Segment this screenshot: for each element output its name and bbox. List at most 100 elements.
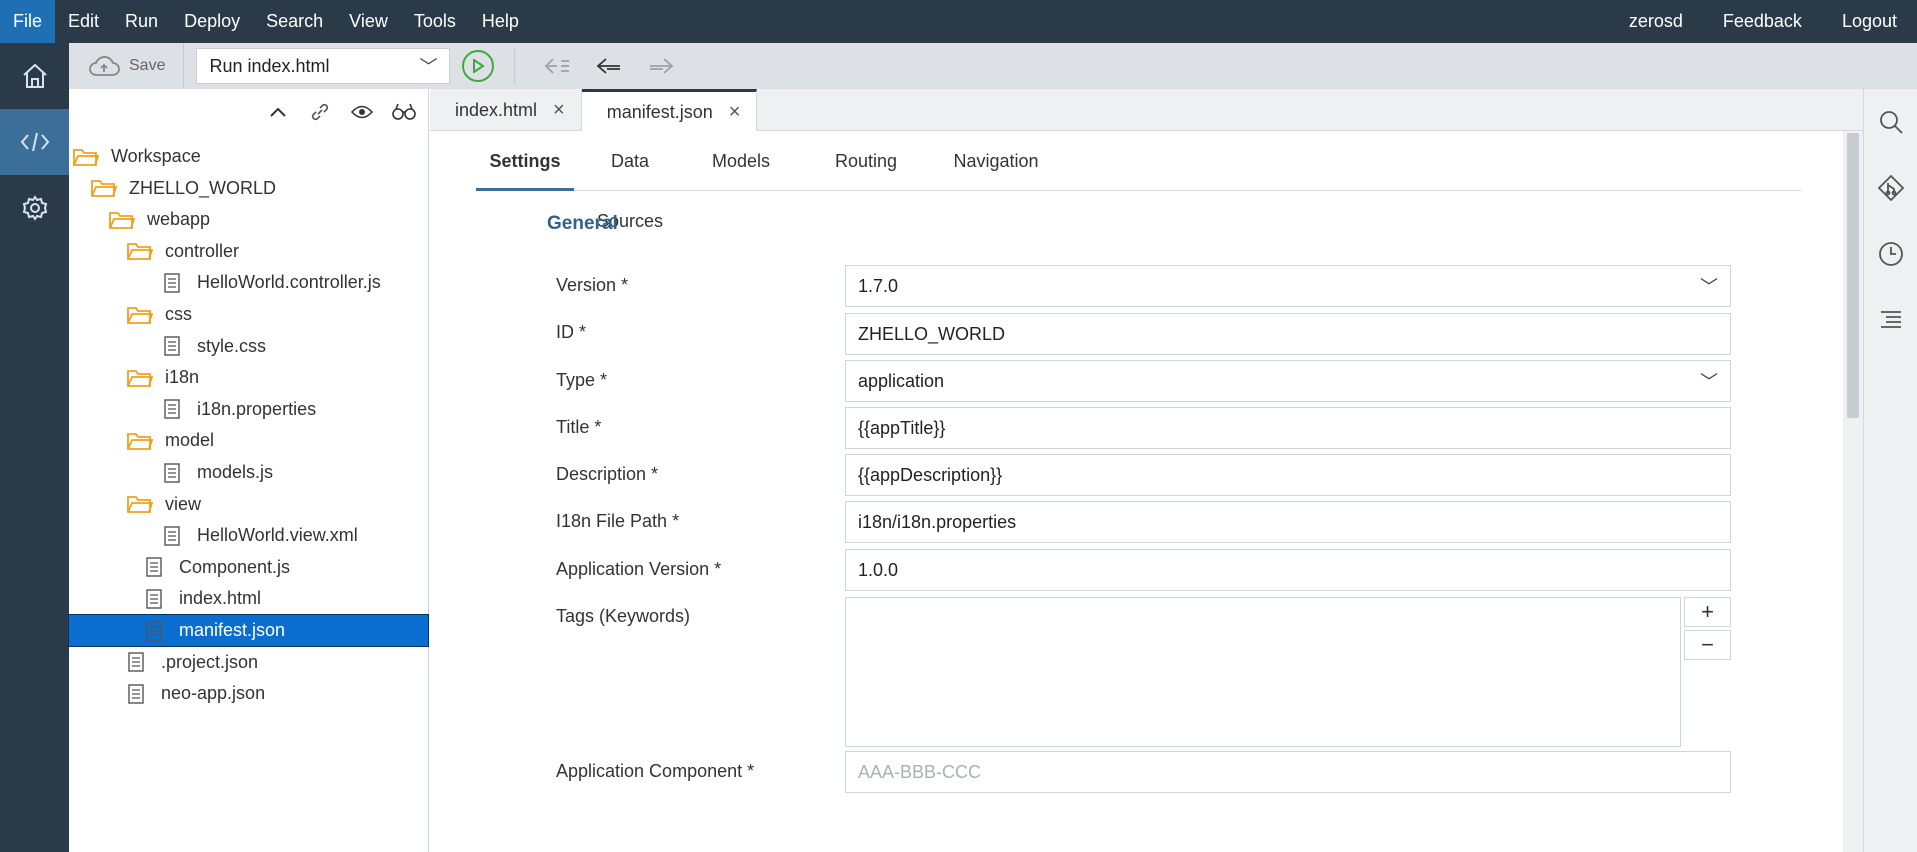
tree-folder-css[interactable]: css [69,299,428,330]
tree-folder-view[interactable]: view [69,489,428,520]
tree-item-label: i18n.properties [197,398,317,419]
id-field[interactable]: ZHELLO_WORLD [845,313,1731,355]
version-value: 1.7.0 [858,275,899,296]
section-title: General [547,213,618,234]
cloud-upload-icon [89,56,120,76]
menu-search[interactable]: Search [253,0,336,43]
chevron-down-icon: ﹀ [1700,277,1718,297]
tree-folder-workspace[interactable]: Workspace [69,141,428,172]
navigate-forward-button[interactable] [635,43,687,89]
close-icon[interactable]: × [729,101,741,124]
tree-file-manifest-json[interactable]: manifest.json [68,614,429,647]
tree-item-label: model [165,430,215,451]
menu-tools[interactable]: Tools [401,0,469,43]
manifest-subtab-bar: Settings Data Sources Models Routing Nav… [476,131,1801,231]
tree-file-index-html[interactable]: index.html [69,583,428,614]
version-label: Version * [556,275,629,295]
remove-tag-button[interactable]: − [1684,630,1731,660]
clock-icon [1879,242,1903,266]
right-side-panel-bar [1863,89,1917,852]
menu-deploy[interactable]: Deploy [171,0,253,43]
tree-item-label: Workspace [111,146,201,166]
menu-view[interactable]: View [336,0,401,43]
run-configuration-select[interactable]: Run index.html ﹀ [196,48,451,84]
git-icon [1877,174,1905,202]
home-button[interactable] [0,43,69,109]
navigate-back-button[interactable] [583,43,635,89]
development-button[interactable] [0,109,69,175]
menu-bar: File Edit Run Deploy Search View Tools H… [0,0,1917,43]
file-icon [159,525,185,547]
i18n-path-field[interactable]: i18n/i18n.properties [845,501,1731,543]
tree-file-project-json[interactable]: .project.json [69,647,428,678]
tree-folder-webapp[interactable]: webapp [69,204,428,235]
description-field[interactable]: {{appDescription}} [845,454,1731,496]
tree-file-component-js[interactable]: Component.js [69,552,428,583]
add-tag-button[interactable]: + [1684,597,1731,627]
tab-label: manifest.json [606,101,713,122]
activity-bar [0,43,69,852]
run-button[interactable] [462,50,495,82]
outline-panel-button[interactable] [1864,287,1917,353]
title-field[interactable]: {{appTitle}} [845,407,1731,449]
menu-edit[interactable]: Edit [55,0,112,43]
search-files-button[interactable] [388,96,420,128]
tree-file-models-js[interactable]: models.js [69,457,428,488]
tree-folder-i18n[interactable]: i18n [69,362,428,393]
logout-link[interactable]: Logout [1822,0,1917,43]
subtab-models[interactable]: Models [696,131,786,191]
tab-label: index.html [455,99,538,120]
tree-item-label: css [165,304,192,324]
feedback-link[interactable]: Feedback [1703,0,1822,43]
application-version-label: Application Version * [556,559,722,579]
gear-icon [22,195,47,221]
show-hidden-files-button[interactable] [346,96,378,128]
play-icon [473,59,486,73]
type-select[interactable]: application ﹀ [845,360,1731,402]
tags-list[interactable] [845,597,1681,747]
tree-item-label: ZHELLO_WORLD [129,177,277,198]
subtab-data-sources[interactable]: Data Sources [578,131,682,231]
folder-open-icon [127,304,153,326]
folder-open-icon [127,240,153,262]
subtab-routing[interactable]: Routing [811,131,921,191]
file-icon [159,398,185,420]
tree-file-neo-app-json[interactable]: neo-app.json [69,678,428,709]
user-name[interactable]: zerosd [1609,0,1703,43]
subtab-settings[interactable]: Settings [476,131,574,191]
scrollbar-thumb[interactable] [1847,133,1859,418]
tree-folder-zhello-world[interactable]: ZHELLO_WORLD [69,173,428,204]
subtab-navigation[interactable]: Navigation [936,131,1056,191]
application-version-field[interactable]: 1.0.0 [845,549,1731,591]
preferences-button[interactable] [0,175,69,241]
collapse-all-button[interactable] [262,96,294,128]
history-panel-button[interactable] [1864,221,1917,287]
tree-item-label: neo-app.json [161,683,266,704]
tree-file-helloworld-controller-js[interactable]: HelloWorld.controller.js [69,267,428,298]
chevron-down-icon: ﹀ [419,57,438,77]
menu-help[interactable]: Help [469,0,532,43]
tree-file-i18n-properties[interactable]: i18n.properties [69,394,428,425]
editor-scrollbar[interactable] [1843,131,1863,852]
title-label: Title * [556,417,602,437]
link-editor-button[interactable] [304,96,336,128]
save-button[interactable]: Save [69,43,185,89]
version-select[interactable]: 1.7.0 ﹀ [845,265,1731,307]
description-label: Description * [556,464,659,484]
tab-manifest-json[interactable]: manifest.json × [581,89,758,132]
close-icon[interactable]: × [553,99,565,122]
tree-folder-controller[interactable]: controller [69,236,428,267]
code-icon [20,132,49,152]
tree-file-helloworld-view-xml[interactable]: HelloWorld.view.xml [69,520,428,551]
menu-file[interactable]: File [0,0,56,43]
application-component-field[interactable]: AAA-BBB-CCC [845,751,1731,793]
menu-run[interactable]: Run [112,0,171,43]
tree-folder-model[interactable]: model [69,425,428,456]
git-panel-button[interactable] [1864,155,1917,221]
tab-index-html[interactable]: index.html × [430,89,582,131]
eye-icon [351,105,373,118]
search-panel-button[interactable] [1864,89,1917,155]
go-to-last-edit-button[interactable] [531,43,583,89]
file-icon [123,651,149,673]
tree-file-style-css[interactable]: style.css [69,331,428,362]
